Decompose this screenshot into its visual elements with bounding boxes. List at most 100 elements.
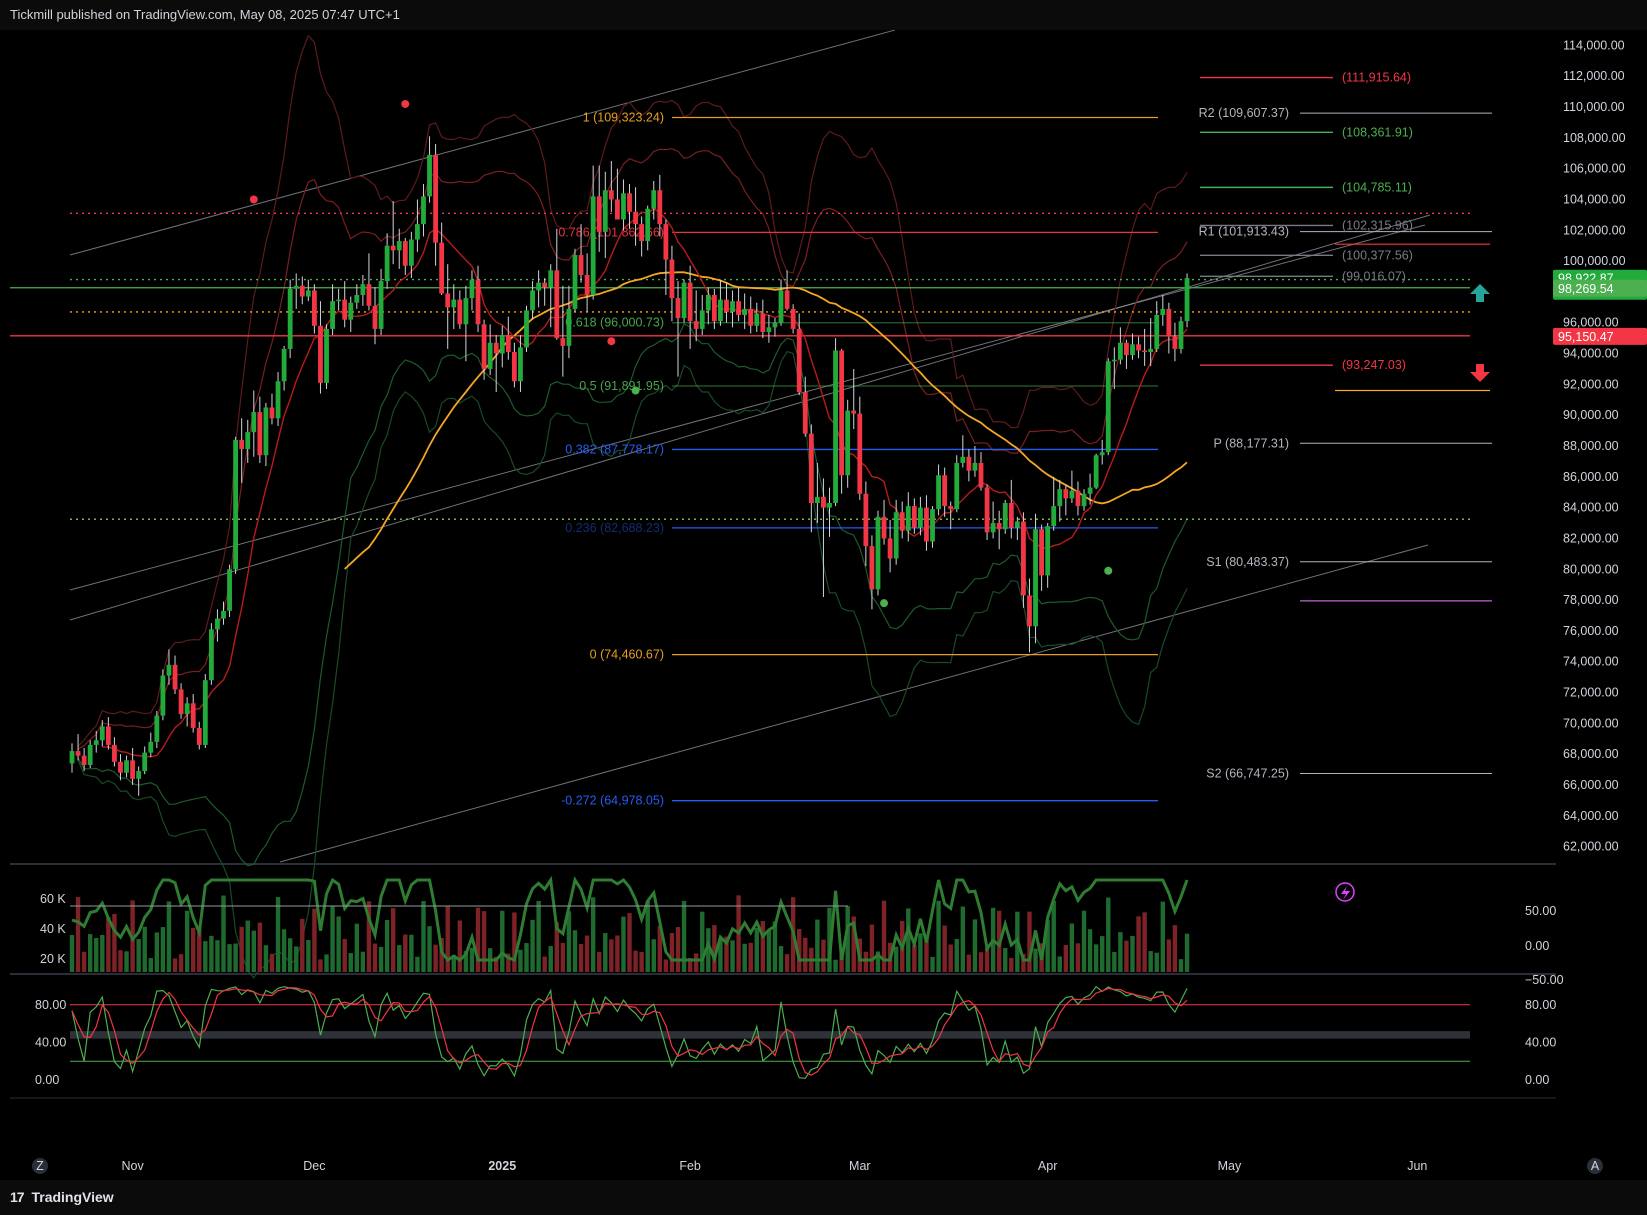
volume-bar	[469, 947, 475, 972]
candle-body	[796, 328, 802, 393]
volume-bar	[609, 939, 614, 972]
volume-bar	[693, 953, 699, 972]
candle-body	[942, 475, 948, 507]
volume-bar	[378, 946, 384, 972]
candle-body	[1099, 452, 1105, 456]
candle-body	[572, 254, 578, 309]
candle-body	[833, 350, 838, 504]
candle-body	[1027, 595, 1032, 627]
volume-bar	[409, 934, 414, 972]
volume-bar	[178, 954, 184, 972]
price-axis-label: 90,000.00	[1563, 408, 1619, 422]
candle-body	[639, 224, 645, 242]
volume-bar	[500, 910, 505, 972]
volume-bar	[530, 919, 535, 972]
candle-body	[960, 456, 966, 463]
candle-body	[948, 506, 954, 510]
candle-body	[705, 295, 711, 311]
candle-body	[202, 680, 208, 745]
candle-body	[1154, 315, 1160, 349]
candle-body	[857, 413, 863, 494]
candle-body	[118, 761, 123, 773]
volume-bar	[269, 953, 275, 972]
candle-body	[457, 299, 463, 325]
signal-dot	[401, 99, 410, 108]
candle-body	[615, 199, 620, 220]
candle-body	[924, 507, 929, 542]
target-label: (102,315.96)	[1342, 218, 1413, 232]
volume-bar	[784, 954, 790, 972]
volume-bar	[627, 913, 632, 972]
volume-bar	[233, 943, 238, 972]
candle-body	[178, 689, 184, 715]
candle-body	[1002, 503, 1008, 530]
candle-body	[966, 456, 972, 471]
candle-body	[1093, 455, 1099, 488]
price-axis-label: 94,000.00	[1563, 347, 1619, 361]
volume-bar	[1063, 944, 1069, 972]
candle-body	[778, 290, 784, 323]
candle-body	[863, 493, 869, 547]
candle-body	[1184, 278, 1190, 322]
candle-body	[463, 298, 469, 325]
candle-body	[275, 381, 281, 419]
candle-body	[366, 284, 372, 306]
candle-body	[1021, 521, 1026, 596]
candle-body	[1008, 503, 1014, 528]
publish-header: Tickmill published on TradingView.com, M…	[0, 0, 1647, 30]
volume-bar	[548, 946, 553, 972]
volume-bar	[75, 897, 81, 972]
candle-body	[784, 290, 790, 309]
price-tags: 98,922.8717:12:4698,269.5495,150.47	[1553, 269, 1647, 345]
volume-bar	[1027, 911, 1032, 972]
volume-bar	[403, 934, 408, 972]
volume-bar	[572, 930, 578, 972]
volume-bar	[342, 939, 347, 972]
candle-body	[530, 290, 535, 311]
volume-bar	[324, 954, 329, 972]
volume-bar	[215, 940, 220, 972]
pivot-label: R1 (101,913.43)	[1199, 225, 1289, 239]
candle-body	[372, 305, 378, 329]
volume-bar	[1148, 951, 1153, 972]
candle-body	[499, 335, 505, 354]
candlestick-chart[interactable]: 1 (109,323.24)0.786 (101,862.66)0.618 (9…	[0, 30, 1647, 1180]
signal-dot	[631, 386, 640, 395]
volume-bar	[651, 939, 656, 972]
lightning-glyph	[1341, 886, 1350, 900]
volume-bar	[372, 943, 378, 972]
volume-bar	[475, 907, 481, 972]
volume-bar	[584, 935, 590, 972]
volume-bar	[306, 939, 311, 972]
stoch-left-axis-label: 80.00	[35, 998, 66, 1012]
volume-bar	[912, 944, 917, 972]
candle-body	[687, 282, 693, 322]
volume-bar	[445, 905, 450, 972]
candle-body	[548, 270, 554, 288]
volume-bar	[415, 956, 420, 972]
candle-body	[172, 664, 178, 690]
candle-body	[1105, 361, 1111, 453]
volume-bar	[330, 905, 335, 972]
candle-body	[675, 298, 681, 319]
volume-bar	[390, 908, 396, 972]
time-axis-label: Mar	[849, 1159, 871, 1173]
candle-body	[608, 190, 614, 200]
candle-body	[1124, 342, 1129, 356]
candle-body	[627, 193, 632, 212]
candle-body	[136, 771, 142, 779]
price-axis-label: 66,000.00	[1563, 778, 1619, 792]
candle-body	[396, 241, 402, 251]
candle-body	[93, 740, 99, 745]
volume-bar	[172, 958, 178, 972]
time-axis-label: Nov	[121, 1159, 144, 1173]
candle-body	[875, 516, 881, 590]
volume-axis-label: 40 K	[40, 922, 66, 936]
candle-body	[475, 279, 481, 325]
stoch-axis-label: 40.00	[1525, 1035, 1556, 1049]
volume-bar	[1057, 956, 1062, 972]
volume-bar	[603, 933, 608, 972]
volume-bar	[1160, 901, 1165, 972]
candle-body	[451, 299, 457, 308]
tradingview-brand[interactable]: TradingView	[31, 1189, 113, 1205]
